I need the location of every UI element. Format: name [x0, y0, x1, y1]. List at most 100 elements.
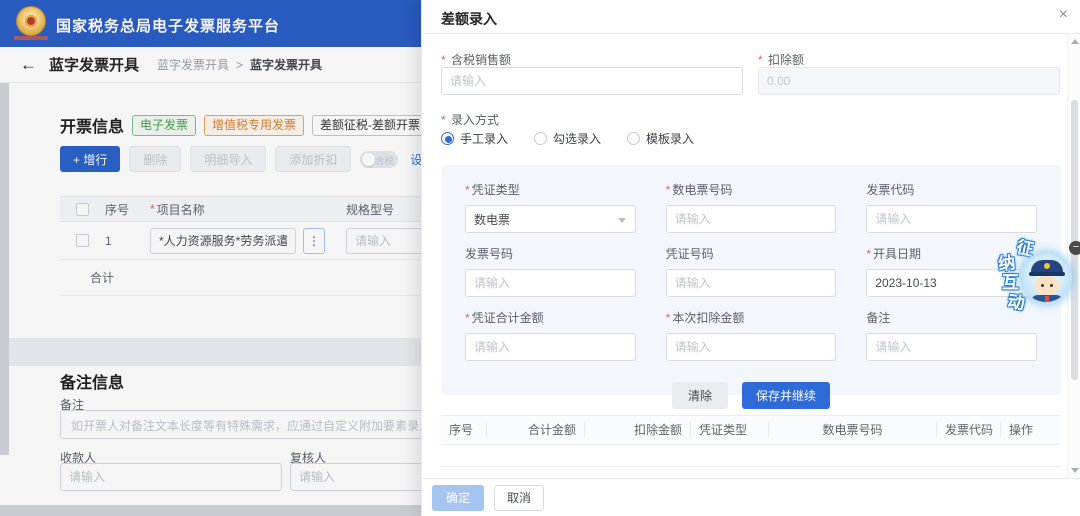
- assistant-collapse-button[interactable]: −: [1069, 241, 1080, 255]
- delete-button[interactable]: 删除: [129, 146, 181, 172]
- voucher-type-select[interactable]: 数电票: [465, 205, 636, 233]
- officer-eye: [1041, 284, 1044, 287]
- scroll-down-icon[interactable]: [1071, 468, 1079, 473]
- back-arrow-icon[interactable]: ←: [20, 55, 37, 75]
- digital-invoice-no-field: *数电票号码: [666, 181, 837, 233]
- col-operation: 操作: [1001, 422, 1061, 438]
- voucher-form-panel: *凭证类型 数电票 *数电票号码 发票代码 发票号码 凭证号码: [441, 165, 1061, 395]
- radio-icon: [534, 132, 547, 145]
- confirm-button[interactable]: 确定: [432, 485, 484, 511]
- taxation-emblem-icon: [16, 6, 46, 36]
- voucher-no-label: 凭证号码: [666, 245, 837, 262]
- col-digital-invoice-no: 数电票号码: [769, 422, 937, 438]
- voucher-total-label: *凭证合计金额: [465, 309, 636, 326]
- breadcrumb-item[interactable]: 蓝字发票开具: [157, 56, 229, 73]
- invoice-no-input[interactable]: [465, 269, 636, 297]
- breadcrumb-item-current: 蓝字发票开具: [250, 56, 322, 73]
- col-invoice-code: 发票代码: [937, 422, 1001, 438]
- total-label: 合计: [90, 269, 114, 286]
- invoice-no-label: 发票号码: [465, 245, 636, 262]
- add-row-button[interactable]: + 增行: [60, 146, 120, 172]
- entry-mode-label-text: 录入方式: [451, 113, 499, 127]
- row-seq: 1: [105, 234, 150, 248]
- sales-amount-label: * 含税销售额: [441, 51, 511, 68]
- more-options-icon[interactable]: ⋮: [303, 228, 325, 254]
- page-title: 蓝字发票开具: [49, 54, 139, 75]
- deduct-amount-input[interactable]: [666, 333, 837, 361]
- tag-electronic-invoice: 电子发票: [132, 115, 196, 136]
- radio-template-entry[interactable]: 模板录入: [627, 130, 694, 147]
- form-remark-input[interactable]: [866, 333, 1037, 361]
- deduct-amount-field: *本次扣除金额: [666, 309, 837, 361]
- tax-included-toggle[interactable]: 含税: [360, 151, 398, 168]
- col-voucher-type: 凭证类型: [691, 422, 769, 438]
- row-checkbox[interactable]: [76, 234, 89, 247]
- deduction-input[interactable]: [758, 67, 1060, 95]
- tag-difference-taxation: 差额征税-差额开票: [312, 115, 428, 136]
- required-mark: *: [441, 113, 446, 127]
- voucher-type-value: 数电票: [474, 211, 510, 228]
- col-deduct-amount: 扣除金额: [585, 422, 691, 438]
- voucher-total-field: *凭证合计金额: [465, 309, 636, 361]
- left-gutter: [0, 83, 9, 455]
- add-discount-button[interactable]: 添加折扣: [275, 146, 351, 172]
- scroll-up-icon[interactable]: [1071, 39, 1079, 44]
- save-and-continue-button[interactable]: 保存并继续: [742, 382, 830, 409]
- voucher-total-input[interactable]: [465, 333, 636, 361]
- spec-input[interactable]: [346, 228, 424, 254]
- difference-entry-drawer: 差额录入 × * 含税销售额 * 扣除额 * 录入方式 手工录入 勾选录入: [421, 0, 1080, 516]
- required-mark: *: [150, 202, 155, 216]
- remark-info-title: 备注信息: [60, 369, 124, 393]
- clear-button[interactable]: 清除: [672, 382, 728, 409]
- sales-amount-input[interactable]: [441, 67, 743, 95]
- close-icon[interactable]: ×: [1059, 6, 1068, 24]
- voucher-no-input[interactable]: [666, 269, 837, 297]
- chevron-down-icon: [618, 218, 626, 223]
- voucher-no-field: 凭证号码: [666, 245, 837, 297]
- deduction-label-text: 扣除额: [768, 53, 804, 67]
- select-all-checkbox[interactable]: [76, 203, 89, 216]
- toggle-knob: [362, 153, 375, 166]
- invoice-code-input[interactable]: [866, 205, 1037, 233]
- entry-mode-label: * 录入方式: [441, 111, 499, 128]
- col-item-name-label: 项目名称: [157, 201, 205, 218]
- section-gap: [9, 338, 421, 366]
- deduct-amount-label: *本次扣除金额: [666, 309, 837, 326]
- drawer-footer: 确定 取消: [422, 478, 1080, 516]
- radio-manual-entry[interactable]: 手工录入: [441, 130, 508, 147]
- cancel-button[interactable]: 取消: [494, 485, 544, 511]
- drawer-title: 差额录入: [441, 9, 497, 29]
- assistant-avatar[interactable]: [1020, 252, 1072, 304]
- col-seq: 序号: [441, 422, 487, 438]
- breadcrumb-separator: >: [236, 58, 243, 72]
- app-title: 国家税务总局电子发票服务平台: [56, 15, 280, 36]
- officer-tie: [1045, 296, 1049, 304]
- officer-eye: [1050, 284, 1053, 287]
- item-name-input[interactable]: [150, 228, 296, 254]
- radio-check-entry[interactable]: 勾选录入: [534, 130, 601, 147]
- deduction-label: * 扣除额: [758, 51, 804, 68]
- col-total-amount: 合计金额: [487, 422, 585, 438]
- toggle-label: 含税: [375, 154, 393, 167]
- payee-input[interactable]: [60, 463, 282, 491]
- invoice-info-header: 开票信息 电子发票 增值税专用发票 差额征税-差额开票: [60, 113, 428, 137]
- invoice-code-field: 发票代码: [866, 181, 1037, 233]
- voucher-table-empty-body: [441, 445, 1061, 467]
- col-item-name: * 项目名称: [150, 201, 346, 218]
- tax-assistant-widget[interactable]: 征 纳 互 动: [993, 230, 1079, 316]
- invoice-toolbar: + 增行 删除 明细导入 添加折扣 含税 设置默认: [60, 146, 458, 172]
- tag-vat-special-invoice: 增值税专用发票: [204, 115, 304, 136]
- radio-selected-icon: [441, 132, 454, 145]
- required-mark: *: [758, 53, 763, 67]
- panel-actions: 清除 保存并继续: [465, 373, 1037, 409]
- radio-label: 模板录入: [646, 130, 694, 147]
- drawer-header: 差额录入 ×: [422, 0, 1080, 34]
- invoice-code-label: 发票代码: [866, 181, 1037, 198]
- required-mark: *: [441, 53, 446, 67]
- officer-face: [1035, 276, 1059, 295]
- digital-invoice-no-input[interactable]: [666, 205, 837, 233]
- voucher-table-header: 序号 合计金额 扣除金额 凭证类型 数电票号码 发票代码 操作: [441, 415, 1061, 445]
- detail-import-button[interactable]: 明细导入: [190, 146, 266, 172]
- invoice-no-field: 发票号码: [465, 245, 636, 297]
- radio-icon: [627, 132, 640, 145]
